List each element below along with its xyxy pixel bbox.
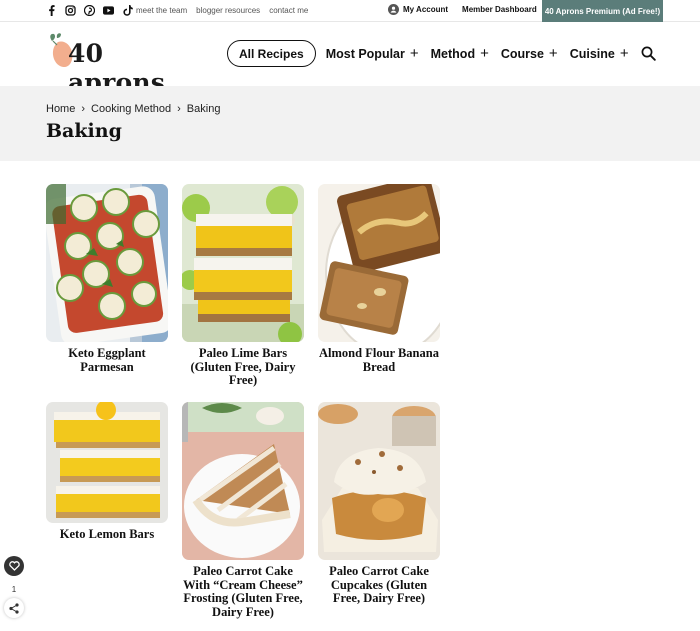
nav-course[interactable]: Course + (501, 46, 558, 61)
share-icon[interactable] (4, 598, 24, 618)
breadcrumb-cooking-method[interactable]: Cooking Method (91, 103, 171, 115)
premium-button[interactable]: 40 Aprons Premium (Ad Free!) (542, 0, 663, 22)
instagram-icon[interactable] (65, 5, 76, 16)
plus-icon: + (409, 45, 419, 62)
search-icon[interactable] (641, 46, 656, 61)
nav-method-label: Method (430, 46, 476, 61)
all-recipes-button[interactable]: All Recipes (227, 40, 316, 67)
recipe-card[interactable]: Keto Lemon Bars (46, 402, 168, 542)
contact-me-link[interactable]: contact me (269, 6, 308, 15)
recipe-card[interactable]: Keto Eggplant Parmesan (46, 184, 168, 374)
plus-icon: + (548, 45, 558, 62)
site-header: 40 aprons All Recipes Most Popular + Meth… (0, 22, 700, 97)
nav-course-label: Course (500, 46, 544, 61)
recipe-card[interactable]: Paleo Carrot Cake With “Cream Cheese” Fr… (182, 402, 304, 619)
page-header: Home › Cooking Method › Baking Baking (0, 86, 700, 161)
recipe-title[interactable]: Paleo Carrot Cake Cupcakes (Gluten Free,… (318, 564, 440, 606)
tiktok-icon[interactable] (122, 5, 133, 16)
heart-icon[interactable] (4, 556, 24, 576)
nav-most-popular-label: Most Popular (325, 46, 405, 61)
plus-icon: + (480, 45, 489, 62)
recipe-title[interactable]: Keto Lemon Bars (46, 527, 168, 542)
facebook-icon[interactable] (46, 5, 57, 16)
recipe-title[interactable]: Almond Flour Banana Bread (318, 346, 440, 374)
top-bar: meet the team blogger resources contact … (0, 0, 700, 22)
account-icon (388, 4, 399, 15)
my-account-link[interactable]: My Account (403, 5, 448, 14)
recipe-card[interactable]: Paleo Carrot Cake Cupcakes (Gluten Free,… (318, 402, 440, 606)
floating-share-bar: 1 (4, 556, 26, 618)
page-title: Baking (46, 120, 122, 142)
recipe-image[interactable] (318, 184, 440, 342)
recipe-title[interactable]: Keto Eggplant Parmesan (46, 346, 168, 374)
recipe-image[interactable] (318, 402, 440, 560)
recipe-card[interactable]: Almond Flour Banana Bread (318, 184, 440, 374)
breadcrumb-home[interactable]: Home (46, 103, 75, 115)
chevron-right-icon: › (81, 103, 86, 115)
breadcrumb-baking: Baking (186, 103, 221, 115)
pinterest-icon[interactable] (84, 5, 95, 16)
nav-cuisine-label: Cuisine (569, 46, 615, 61)
save-count: 1 (11, 585, 17, 594)
blogger-resources-link[interactable]: blogger resources (196, 6, 260, 15)
top-links: meet the team blogger resources contact … (136, 6, 308, 15)
breadcrumb: Home › Cooking Method › Baking (46, 103, 220, 115)
recipe-image[interactable] (46, 184, 168, 342)
recipe-title[interactable]: Paleo Carrot Cake With “Cream Cheese” Fr… (182, 564, 304, 619)
recipe-image[interactable] (182, 402, 304, 560)
nav-method[interactable]: Method + (431, 46, 489, 61)
chevron-right-icon: › (177, 103, 181, 115)
recipe-card[interactable]: Paleo Lime Bars (Gluten Free, Dairy Free… (182, 184, 304, 388)
account-area: My Account Member Dashboard (388, 4, 537, 15)
member-dashboard-link[interactable]: Member Dashboard (462, 5, 537, 14)
recipe-title[interactable]: Paleo Lime Bars (Gluten Free, Dairy Free… (182, 346, 304, 388)
social-links (46, 5, 133, 16)
recipe-image[interactable] (182, 184, 304, 342)
nav-cuisine[interactable]: Cuisine + (570, 46, 629, 61)
nav-most-popular[interactable]: Most Popular + (326, 46, 419, 61)
youtube-icon[interactable] (103, 5, 114, 16)
main-nav: All Recipes Most Popular + Method + Course… (227, 40, 656, 67)
recipe-image[interactable] (46, 402, 168, 523)
plus-icon: + (619, 45, 629, 62)
meet-the-team-link[interactable]: meet the team (136, 6, 187, 15)
site-logo[interactable]: 40 aprons (44, 32, 194, 97)
